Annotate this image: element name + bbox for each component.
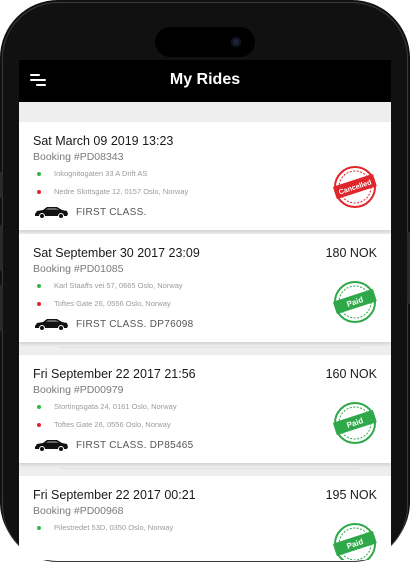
ride-date: Fri September 22 2017 00:21 [33,488,196,502]
pickup-dot-icon [37,405,41,409]
pickup-address: Inkognitogaten 33 A Drift AS [54,169,148,178]
dropoff-address: Toftes Gate 26, 0556 Oslo, Norway [54,420,171,429]
pickup-dot-icon [37,526,41,530]
card-divider [59,347,359,348]
car-icon [33,205,69,219]
dropoff-dot-icon [37,423,41,427]
car-icon [33,317,69,331]
pickup-dot-icon [37,172,41,176]
booking-number: Booking #PD00968 [33,505,124,517]
booking-number: Booking #PD01085 [33,263,124,275]
ride-card[interactable]: Sat September 30 2017 23:09 180 NOK Bookin… [19,234,391,342]
booking-number: Booking #PD00979 [33,384,124,396]
ride-class: FIRST CLASS. DP76098 [76,319,194,330]
booking-number: Booking #PD08343 [33,151,124,163]
pickup-address: Pilestredet 53D, 0350 Oslo, Norway [54,523,174,532]
card-divider [59,468,359,469]
car-icon [33,438,69,452]
status-stamp-icon: Paid [333,522,377,560]
app-screen: My Rides Sat March 09 2019 13:23 Booking … [19,60,391,560]
page-title: My Rides [169,71,241,88]
pickup-address: Stortingsgata 24, 0161 Oslo, Norway [54,402,177,411]
ride-class: FIRST CLASS. [76,207,147,218]
camera-icon [231,37,241,47]
ride-price: 195 NOK [325,488,377,502]
dropoff-dot-icon [37,302,41,306]
app-header: My Rides [19,60,391,102]
ride-price: 160 NOK [325,367,377,381]
phone-frame: My Rides Sat March 09 2019 13:23 Booking … [0,0,410,562]
mute-switch [0,172,3,198]
volume-up-button [0,225,3,271]
ride-card[interactable]: Sat March 09 2019 13:23 Booking #PD08343 I… [19,122,391,230]
ride-date: Fri September 22 2017 21:56 [33,367,196,381]
ride-price: 180 NOK [325,246,377,260]
dropoff-dot-icon [37,190,41,194]
ride-card[interactable]: Fri September 22 2017 21:56 160 NOK Bookin… [19,355,391,463]
ride-card[interactable]: Fri September 22 2017 00:21 195 NOK Bookin… [19,476,391,560]
ride-date: Sat September 30 2017 23:09 [33,246,200,260]
ride-class: FIRST CLASS. DP85465 [76,440,194,451]
status-stamp-icon: Paid [333,280,377,324]
pickup-address: Karl Staaffs vei 57, 0665 Oslo, Norway [54,281,183,290]
ride-date: Sat March 09 2019 13:23 [33,134,174,148]
dropoff-address: Toftes Gate 26, 0556 Oslo, Norway [54,299,171,308]
pickup-dot-icon [37,284,41,288]
dropoff-address: Nedre Slottsgate 12, 0157 Oslo, Norway [54,187,189,196]
dynamic-island [155,27,255,57]
status-stamp-icon: Cancelled [333,165,377,209]
volume-down-button [0,285,3,331]
status-stamp-icon: Paid [333,401,377,445]
